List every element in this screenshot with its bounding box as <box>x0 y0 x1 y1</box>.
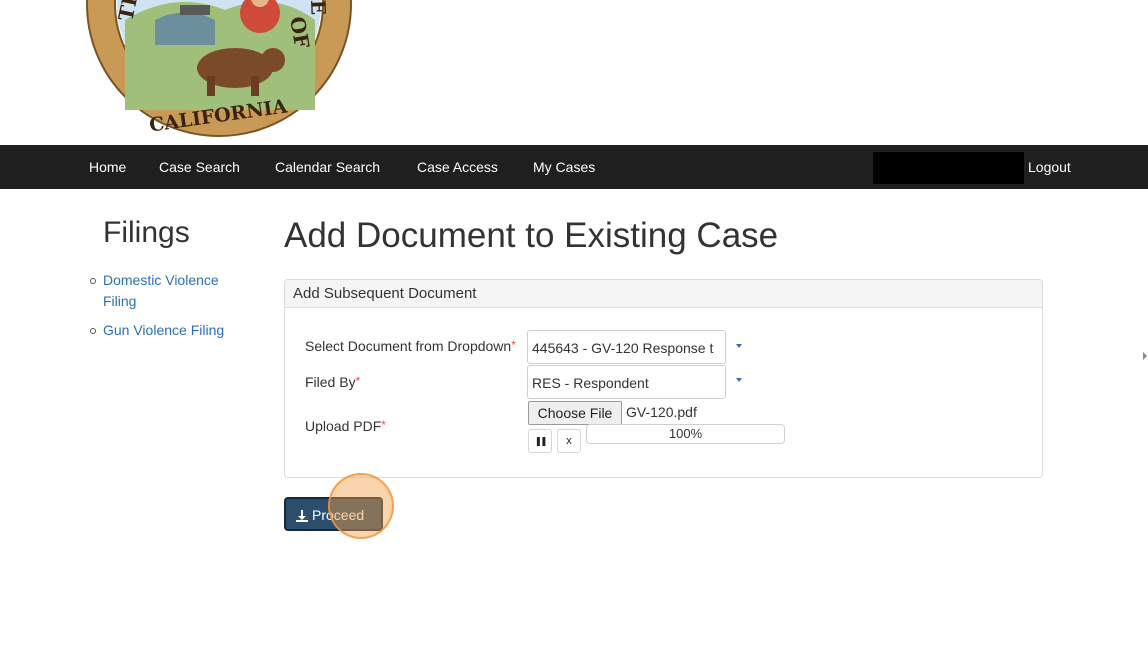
california-seal-logo: THE OF E CALIFORNIA <box>86 0 352 137</box>
top-navbar: Home Case Search Calendar Search Case Ac… <box>0 145 1148 189</box>
chevron-down-icon[interactable] <box>736 344 742 348</box>
upload-progress-bar: 100% <box>586 424 785 444</box>
filed-by-label-text: Filed By <box>305 374 356 390</box>
sidebar-title: Filings <box>103 216 190 249</box>
required-mark: * <box>511 338 516 352</box>
selected-file-name: GV-120.pdf <box>626 404 697 420</box>
choose-file-button[interactable]: Choose File <box>528 401 622 425</box>
filed-by-select[interactable]: RES - Respondent <box>527 365 726 399</box>
scroll-indicator-icon <box>1143 352 1147 360</box>
redacted-username <box>873 152 1024 184</box>
sidebar-link-domestic-violence[interactable]: Domestic Violence Filing <box>103 272 219 309</box>
page-title: Add Document to Existing Case <box>284 216 779 255</box>
download-icon <box>296 510 308 523</box>
nav-calendar-search[interactable]: Calendar Search <box>275 145 380 189</box>
required-mark: * <box>381 418 386 432</box>
sidebar-list: Domestic Violence Filing Gun Violence Fi… <box>89 270 249 349</box>
filed-by-label: Filed By* <box>305 374 360 390</box>
document-select-label-text: Select Document from Dropdown <box>305 338 512 354</box>
upload-pdf-label-text: Upload PDF <box>305 418 382 434</box>
required-mark: * <box>355 374 361 388</box>
nav-home[interactable]: Home <box>89 145 126 189</box>
seal-text-e: E <box>306 0 331 15</box>
sidebar-item-domestic-violence: Domestic Violence Filing <box>89 270 249 312</box>
cancel-upload-button[interactable]: x <box>557 429 581 453</box>
nav-logout[interactable]: Logout <box>1028 145 1071 189</box>
sidebar-item-gun-violence: Gun Violence Filing <box>89 320 249 341</box>
sidebar-link-gun-violence[interactable]: Gun Violence Filing <box>103 322 224 338</box>
upload-pdf-label: Upload PDF* <box>305 418 386 434</box>
chevron-down-icon[interactable] <box>736 378 742 382</box>
pause-icon: ❚❚ <box>534 436 547 446</box>
document-select-label: Select Document from Dropdown* <box>305 338 516 354</box>
add-subsequent-document-panel: Add Subsequent Document Select Document … <box>284 279 1043 478</box>
upload-progress-text: 100% <box>668 426 703 441</box>
close-icon: x <box>566 435 572 447</box>
document-select[interactable]: 445643 - GV-120 Response t <box>527 330 726 364</box>
pause-upload-button[interactable]: ❚❚ <box>528 429 552 453</box>
proceed-label: Proceed <box>312 507 365 523</box>
nav-case-search[interactable]: Case Search <box>159 145 240 189</box>
proceed-button[interactable]: Proceed <box>284 497 383 531</box>
nav-case-access[interactable]: Case Access <box>417 145 498 189</box>
panel-title: Add Subsequent Document <box>285 280 1042 308</box>
nav-my-cases[interactable]: My Cases <box>533 145 595 189</box>
